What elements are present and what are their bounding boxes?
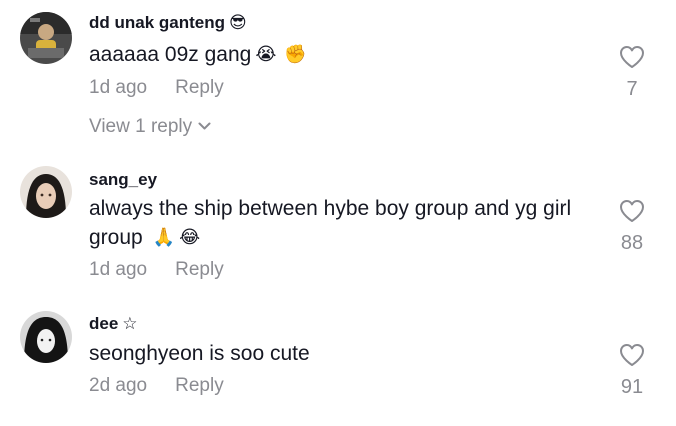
raised-fist-emoji-icon: ✊ <box>284 44 307 64</box>
comment-timestamp: 1d ago <box>89 259 148 280</box>
comment-meta: 1d ago Reply <box>89 259 224 281</box>
laughing-tears-emoji-icon: 😂 <box>179 227 201 247</box>
reply-button[interactable]: Reply <box>175 77 224 98</box>
star-outline-icon: ☆ <box>122 314 138 333</box>
like-count: 91 <box>620 376 644 398</box>
like-count: 88 <box>620 232 644 254</box>
sunglasses-emoji-icon: 😎 <box>229 13 247 32</box>
avatar[interactable] <box>20 166 72 218</box>
heart-outline-icon <box>612 199 652 228</box>
view-replies-button[interactable]: View 1 reply <box>89 114 211 138</box>
avatar[interactable] <box>20 311 72 363</box>
comment-username[interactable]: dee ☆ <box>89 314 138 334</box>
comment-timestamp: 2d ago <box>89 375 148 396</box>
like-count: 7 <box>626 78 638 100</box>
like-button[interactable]: 7 <box>612 45 652 101</box>
like-button[interactable]: 88 <box>612 199 652 255</box>
comment-username[interactable]: dd unak ganteng 😎 <box>89 13 247 33</box>
folded-hands-emoji-icon: 🙏 <box>152 227 176 247</box>
comment-text: aaaaaa 09z gang 😭 ✊ <box>89 40 589 69</box>
reply-button[interactable]: Reply <box>175 375 224 396</box>
comment-timestamp: 1d ago <box>89 77 148 98</box>
comment-text: always the ship between hybe boy group a… <box>89 194 589 252</box>
reply-button[interactable]: Reply <box>175 259 224 280</box>
avatar[interactable] <box>20 12 72 64</box>
heart-outline-icon <box>612 45 652 74</box>
crying-emoji-icon: 😭 <box>255 44 277 64</box>
like-button[interactable]: 91 <box>612 343 652 399</box>
comment-meta: 2d ago Reply <box>89 375 224 397</box>
comment-text: seonghyeon is soo cute <box>89 342 310 365</box>
comment-meta: 1d ago Reply <box>89 77 224 99</box>
chevron-down-icon <box>198 114 211 136</box>
heart-outline-icon <box>612 343 652 372</box>
comment-username[interactable]: sang_ey <box>89 170 157 190</box>
